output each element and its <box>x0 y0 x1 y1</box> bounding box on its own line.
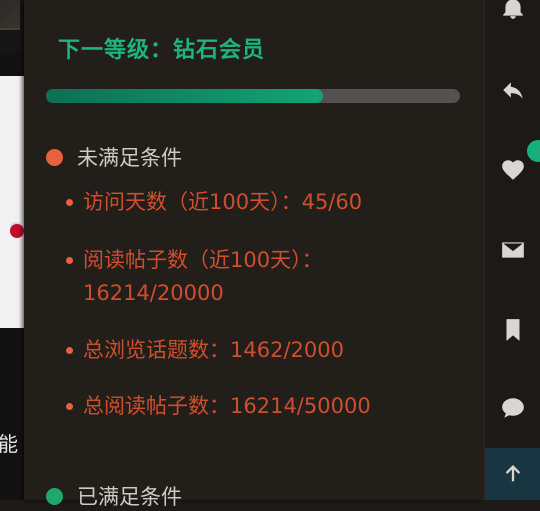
background-card <box>0 76 24 328</box>
requirement-item: 访问天数（近100天）：45/60 <box>66 186 386 219</box>
requirement-text: 阅读帖子数（近100天）：16214/20000 <box>83 248 323 305</box>
requirement-item: 总浏览话题数：1462/2000 <box>66 334 386 367</box>
met-conditions-label: 已满足条件 <box>77 485 182 509</box>
right-sidebar <box>484 0 540 500</box>
bookmark-icon[interactable] <box>499 316 527 344</box>
requirement-item: 阅读帖子数（近100天）：16214/20000 <box>66 244 386 310</box>
chat-icon[interactable] <box>499 394 527 422</box>
trust-level-panel: 下一等级：钻石会员 未满足条件 访问天数（近100天）：45/60 阅读帖子数（… <box>24 0 484 509</box>
arrow-up-icon <box>505 465 521 482</box>
met-conditions-header: 已满足条件 <box>46 481 182 511</box>
level-progress-bar <box>46 89 460 103</box>
background-cut-text: 能 <box>0 432 18 456</box>
scroll-to-top-button[interactable] <box>485 448 540 500</box>
background-page: 能 <box>0 0 24 500</box>
heart-icon[interactable] <box>499 156 527 184</box>
requirement-text: 总浏览话题数：1462/2000 <box>83 338 344 362</box>
met-status-dot <box>46 487 63 505</box>
background-thumbnail <box>0 0 20 30</box>
level-progress-fill <box>46 89 324 103</box>
unmet-conditions-label: 未满足条件 <box>77 146 182 170</box>
unmet-conditions-header: 未满足条件 <box>46 142 182 172</box>
notification-badge <box>527 140 540 162</box>
background-red-dot <box>10 224 24 238</box>
requirement-text: 总阅读帖子数：16214/50000 <box>83 394 371 418</box>
background-header <box>0 0 24 54</box>
bell-icon[interactable] <box>499 0 527 22</box>
mail-icon[interactable] <box>499 236 527 264</box>
unmet-status-dot <box>46 148 63 166</box>
reply-icon[interactable] <box>499 76 527 104</box>
bullet-dot <box>66 257 73 264</box>
bullet-dot <box>66 347 73 354</box>
requirement-text: 访问天数（近100天）：45/60 <box>83 190 363 214</box>
bullet-dot <box>66 403 73 410</box>
requirement-item: 总阅读帖子数：16214/50000 <box>66 390 386 423</box>
next-level-title: 下一等级：钻石会员 <box>58 38 266 63</box>
bullet-dot <box>66 199 73 206</box>
